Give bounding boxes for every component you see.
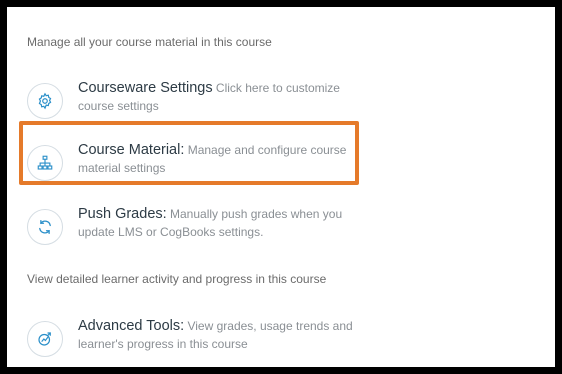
item-title[interactable]: Courseware Settings — [78, 80, 213, 96]
item-title[interactable]: Advanced Tools: — [78, 318, 184, 334]
item-title[interactable]: Push Grades: — [78, 206, 167, 222]
manage-section-heading: Manage all your course material in this … — [27, 35, 272, 49]
course-tools-panel: Manage all your course material in this … — [7, 7, 555, 367]
activity-section-heading: View detailed learner activity and progr… — [27, 272, 327, 286]
gear-icon — [27, 83, 63, 119]
courseware-settings-text: Courseware Settings Click here to custom… — [78, 79, 378, 115]
refresh-icon — [27, 209, 63, 245]
analytics-icon — [27, 321, 63, 357]
highlight-box — [19, 121, 359, 185]
advanced-tools-text: Advanced Tools: View grades, usage trend… — [78, 317, 378, 353]
push-grades-text: Push Grades: Manually push grades when y… — [78, 205, 378, 241]
